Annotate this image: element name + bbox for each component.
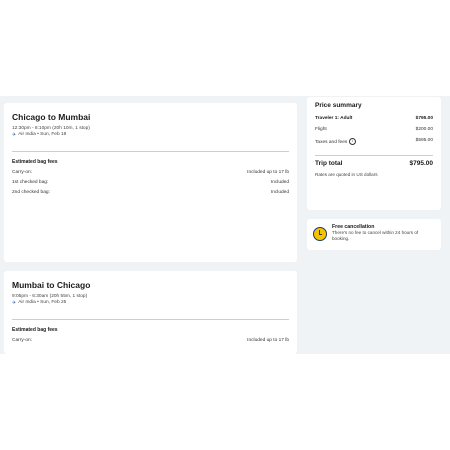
price-summary-card: Price summary Traveler 1: Adult $795.00 …	[307, 97, 441, 210]
flight-airline-date: Air India • Sun, Feb 18	[18, 132, 67, 137]
cancellation-text: There's no fee to cancel within 24 hours…	[332, 230, 419, 241]
bag-value: Included up to 17 lb	[247, 170, 289, 175]
price-summary-title: Price summary	[315, 102, 362, 109]
flight-airline-row: ✈ Air India • Sun, Feb 18	[12, 132, 289, 138]
divider	[12, 151, 289, 152]
trip-total-price: $795.00	[409, 159, 434, 167]
flight-route-title: Chicago to Mumbai	[12, 112, 91, 122]
bag-row-second-checked: 2nd checked bag: Included	[12, 190, 289, 196]
bag-value: Included	[270, 190, 289, 195]
bag-label: Carry-on:	[12, 338, 32, 343]
info-icon[interactable]: i	[349, 138, 357, 145]
free-cancellation-card: Free cancellation There's no fee to canc…	[307, 219, 441, 250]
divider	[12, 319, 289, 320]
divider	[315, 154, 433, 156]
plane-icon: ✈	[12, 132, 17, 138]
flight-price-value: $200.00	[415, 127, 433, 132]
currency-note: Rates are quoted in US dollars	[315, 171, 378, 177]
plane-icon: ✈	[12, 300, 17, 306]
flight-airline-date: Air India • Sun, Feb 25	[18, 300, 67, 305]
taxes-label: Taxes and fees	[315, 139, 348, 145]
cancellation-text-group: Free cancellation There's no fee to canc…	[332, 224, 435, 245]
traveler-price: $795.00	[415, 116, 433, 121]
clock-icon	[313, 227, 327, 241]
taxes-label-group: Taxes and fees i	[315, 138, 357, 146]
taxes-row: Taxes and fees i $595.00	[315, 138, 433, 146]
bag-label: 2nd checked bag:	[12, 190, 50, 195]
bag-label: 1st checked bag:	[12, 180, 49, 185]
bag-label: Carry-on:	[12, 170, 32, 175]
flight-airline-row: ✈ Air India • Sun, Feb 25	[12, 300, 289, 306]
traveler-row: Traveler 1: Adult $795.00	[315, 116, 433, 122]
bag-value: Included up to 17 lb	[247, 338, 289, 343]
traveler-label: Traveler 1: Adult	[315, 116, 353, 121]
trip-total-label: Trip total	[315, 159, 343, 167]
bag-row-carry-on: Carry-on: Included up to 17 lb	[12, 338, 289, 344]
bag-fees-title: Estimated bag fees	[12, 327, 58, 333]
flight-price-row: Flight $200.00	[315, 127, 433, 133]
flight-card-return: Mumbai to Chicago 9:05pm - 6:30am (20h 5…	[4, 271, 297, 354]
trip-total-row: Trip total $795.00	[315, 160, 433, 167]
flight-route-title: Mumbai to Chicago	[12, 280, 91, 290]
bag-value: Included	[270, 180, 289, 185]
bag-row-first-checked: 1st checked bag: Included	[12, 180, 289, 186]
bag-fees-title: Estimated bag fees	[12, 159, 58, 165]
taxes-price: $595.00	[415, 138, 433, 143]
flight-price-label: Flight	[315, 127, 327, 132]
flight-card-outbound: Chicago to Mumbai 12:30pm - 8:10pm (20h …	[4, 103, 297, 262]
bag-row-carry-on: Carry-on: Included up to 17 lb	[12, 170, 289, 176]
